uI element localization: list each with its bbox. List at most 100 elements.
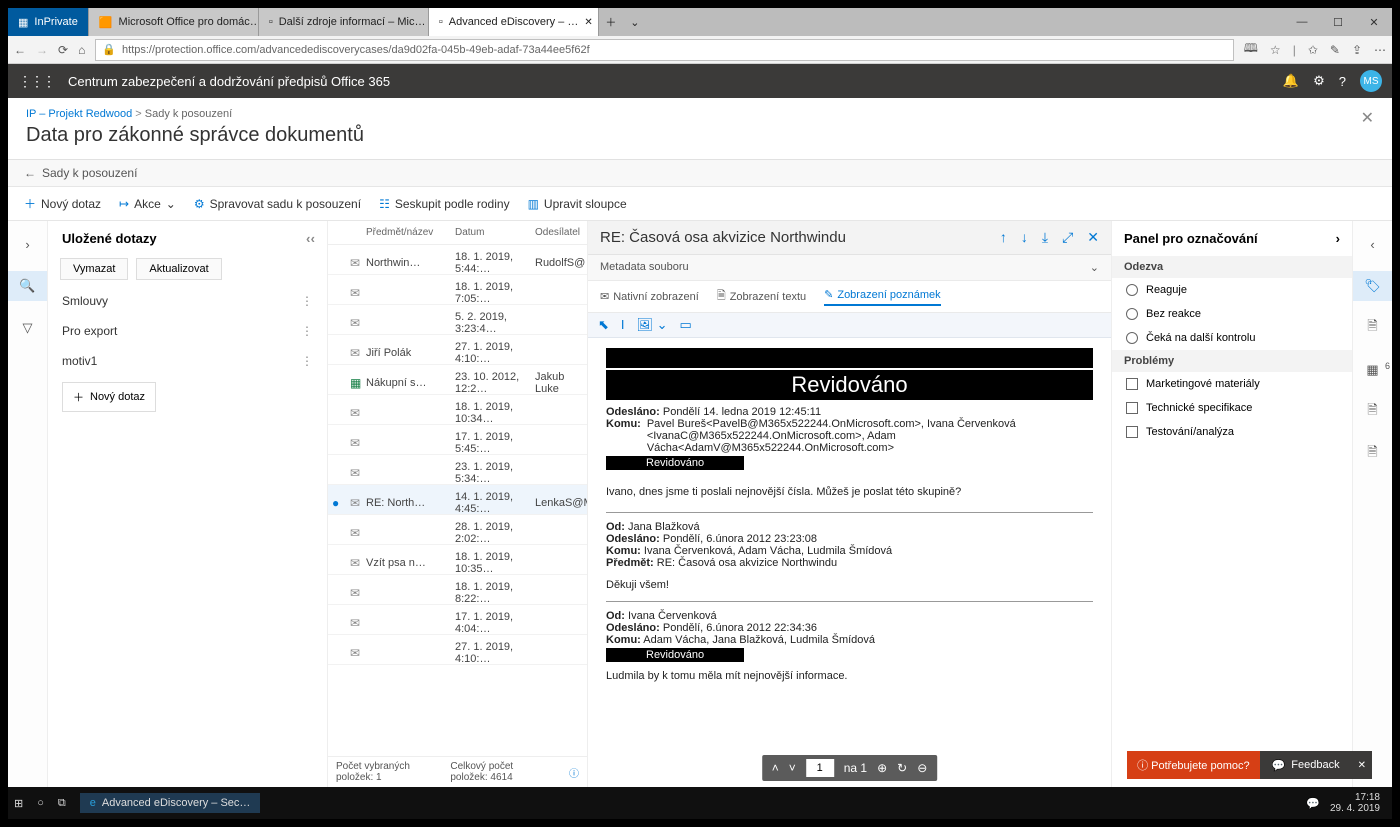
rail-note-icon[interactable]: 🗎	[1353, 397, 1392, 427]
table-row[interactable]: ✉18. 1. 2019, 8:22:…	[328, 575, 587, 605]
image-tool-icon[interactable]: 🖼 ⌄	[637, 317, 668, 333]
clear-button[interactable]: Vymazat	[60, 258, 128, 280]
settings-gear-icon[interactable]: ⚙	[1313, 73, 1325, 89]
tab-office[interactable]: 🟧 Microsoft Office pro domác…	[89, 8, 259, 36]
nav-refresh-icon[interactable]: ⟳	[58, 43, 68, 57]
taskbar-app[interactable]: eAdvanced eDiscovery – Sec…	[80, 793, 261, 813]
zoom-out-icon[interactable]: ⊖	[917, 761, 927, 775]
refresh-button[interactable]: Aktualizovat	[136, 258, 221, 280]
new-query-button[interactable]: ＋Nový dotaz	[62, 382, 156, 412]
task-view-icon[interactable]: ⧉	[58, 797, 66, 810]
tab-inprivate[interactable]: ▦ InPrivate	[8, 8, 89, 36]
collapse-right-icon[interactable]: ›	[1336, 231, 1340, 246]
table-row[interactable]: ✉23. 1. 2019, 5:34:…	[328, 455, 587, 485]
action-center-icon[interactable]: 💬	[1306, 797, 1320, 810]
rail-grid-icon[interactable]: ▦6	[1353, 355, 1392, 385]
document-body[interactable]: Revidováno Odesláno: Pondělí 14. ledna 2…	[588, 338, 1111, 787]
rail-doc-icon[interactable]: 🗎	[1353, 313, 1392, 343]
start-icon[interactable]: ⊞	[14, 797, 23, 810]
more-icon[interactable]: ⋮	[301, 324, 313, 338]
panel-close-icon[interactable]: ✕	[1361, 108, 1374, 128]
share-icon[interactable]: ⇪	[1352, 43, 1362, 57]
nav-forward-icon[interactable]: →	[36, 43, 48, 57]
cmd-actions[interactable]: ↦Akce ⌄	[119, 195, 176, 212]
nav-home-icon[interactable]: ⌂	[78, 43, 85, 57]
download-icon[interactable]: ⤓	[1042, 229, 1048, 246]
next-item-icon[interactable]: ↓	[1021, 229, 1028, 246]
breadcrumb-root[interactable]: IP – Projekt Redwood	[26, 108, 132, 120]
rail-tag-icon[interactable]: 🏷	[1353, 271, 1392, 301]
rail-link-icon[interactable]: 🗎	[1353, 439, 1392, 469]
expand-icon[interactable]: ⤢	[1062, 229, 1073, 246]
cursor-tool-icon[interactable]: ⬉	[598, 317, 609, 333]
table-row[interactable]: ✉Vzít psa n…18. 1. 2019, 10:35…	[328, 545, 587, 575]
table-row[interactable]: ✉5. 2. 2019, 3:23:4…	[328, 305, 587, 335]
view-notes[interactable]: ✎ Zobrazení poznámek	[824, 287, 941, 306]
col-date[interactable]: Datum	[455, 227, 535, 238]
help-icon[interactable]: ?	[1339, 74, 1346, 89]
query-item[interactable]: Pro export⋮	[48, 316, 327, 346]
col-subject[interactable]: Předmět/název	[366, 227, 455, 238]
feedback-button[interactable]: 💬 Feedback	[1260, 751, 1352, 779]
tab-resources[interactable]: ▫ Další zdroje informací – Mic…	[259, 8, 429, 36]
table-row[interactable]: ●✉RE: North…14. 1. 2019, 4:45:…LenkaS@M	[328, 485, 587, 515]
pdf-prev-icon[interactable]: ˄	[772, 761, 779, 775]
help-button[interactable]: ⓘ Potřebujete pomoc?	[1127, 751, 1260, 779]
table-row[interactable]: ▦Nákupní s…23. 10. 2012, 12:2…Jakub Luke	[328, 365, 587, 395]
area-tool-icon[interactable]: ▭	[680, 317, 692, 333]
table-row[interactable]: ✉17. 1. 2019, 5:45:…	[328, 425, 587, 455]
rail-filter-icon[interactable]: ▽	[8, 313, 47, 343]
response-option[interactable]: Bez reakce	[1112, 302, 1352, 326]
feedback-close-icon[interactable]: ✕	[1352, 751, 1372, 779]
query-item[interactable]: Smlouvy⋮	[48, 286, 327, 316]
window-close[interactable]: ✕	[1356, 8, 1392, 36]
user-avatar[interactable]: MS	[1360, 70, 1382, 92]
issue-option[interactable]: Testování/analýza	[1112, 420, 1352, 444]
view-native[interactable]: ✉ Nativní zobrazení	[600, 287, 699, 306]
table-row[interactable]: ✉Northwin…18. 1. 2019, 5:44:…RudolfS@	[328, 245, 587, 275]
window-maximize[interactable]: ☐	[1320, 8, 1356, 36]
close-reader-icon[interactable]: ✕	[1087, 229, 1099, 246]
cmd-group[interactable]: ☷Seskupit podle rodiny	[379, 195, 510, 212]
cmd-new-query[interactable]: ＋Nový dotaz	[24, 195, 101, 212]
col-sender[interactable]: Odesílatel	[535, 227, 583, 238]
info-icon[interactable]: ⓘ	[569, 765, 579, 780]
response-option[interactable]: Čeká na další kontrolu	[1112, 326, 1352, 350]
cmd-columns[interactable]: ▥Upravit sloupce	[528, 195, 627, 212]
more-icon[interactable]: ⋮	[301, 294, 313, 308]
favorites-icon[interactable]: ✩	[1308, 43, 1318, 57]
app-launcher-icon[interactable]: ⋮⋮⋮	[18, 73, 54, 90]
zoom-in-icon[interactable]: ⊕	[877, 761, 887, 775]
table-row[interactable]: ✉18. 1. 2019, 10:34…	[328, 395, 587, 425]
rotate-icon[interactable]: ↻	[897, 761, 907, 775]
tab-close-icon[interactable]: ✕	[584, 17, 592, 28]
favorite-star-icon[interactable]: ☆	[1270, 43, 1281, 57]
table-row[interactable]: ✉17. 1. 2019, 4:04:…	[328, 605, 587, 635]
notifications-icon[interactable]: 🔔	[1283, 73, 1299, 89]
pdf-next-icon[interactable]: ˅	[789, 761, 796, 775]
rail-collapse-icon[interactable]: ‹	[1353, 229, 1392, 259]
url-field[interactable]: 🔒 https://protection.office.com/advanced…	[95, 39, 1233, 61]
table-row[interactable]: ✉Jiří Polák27. 1. 2019, 4:10:…	[328, 335, 587, 365]
cortana-icon[interactable]: ○	[37, 797, 44, 809]
tab-chevron-icon[interactable]: ⌄	[623, 8, 647, 36]
nav-back-icon[interactable]: ←	[14, 43, 26, 57]
table-row[interactable]: ✉18. 1. 2019, 7:05:…	[328, 275, 587, 305]
tab-ediscovery[interactable]: ▫ Advanced eDiscovery – … ✕	[429, 8, 599, 36]
table-row[interactable]: ✉28. 1. 2019, 2:02:…	[328, 515, 587, 545]
back-row[interactable]: ← Sady k posouzení	[8, 160, 1392, 187]
text-tool-icon[interactable]: I	[621, 317, 625, 333]
prev-item-icon[interactable]: ↑	[1000, 229, 1007, 246]
view-text[interactable]: 🗎 Zobrazení textu	[717, 287, 806, 306]
collapse-icon[interactable]: ‹	[306, 231, 315, 246]
new-tab-button[interactable]: ＋	[599, 8, 623, 36]
more-icon[interactable]: ⋯	[1374, 43, 1386, 57]
rail-expand-icon[interactable]: ›	[8, 229, 47, 259]
notes-icon[interactable]: ✎	[1330, 43, 1340, 57]
pdf-page-input[interactable]	[806, 759, 834, 777]
more-icon[interactable]: ⋮	[301, 354, 313, 368]
window-minimize[interactable]: —	[1284, 8, 1320, 36]
reading-view-icon[interactable]: 🕮	[1244, 39, 1258, 60]
cmd-manage[interactable]: ⚙Spravovat sadu k posouzení	[194, 195, 361, 212]
query-item[interactable]: motiv1⋮	[48, 346, 327, 376]
